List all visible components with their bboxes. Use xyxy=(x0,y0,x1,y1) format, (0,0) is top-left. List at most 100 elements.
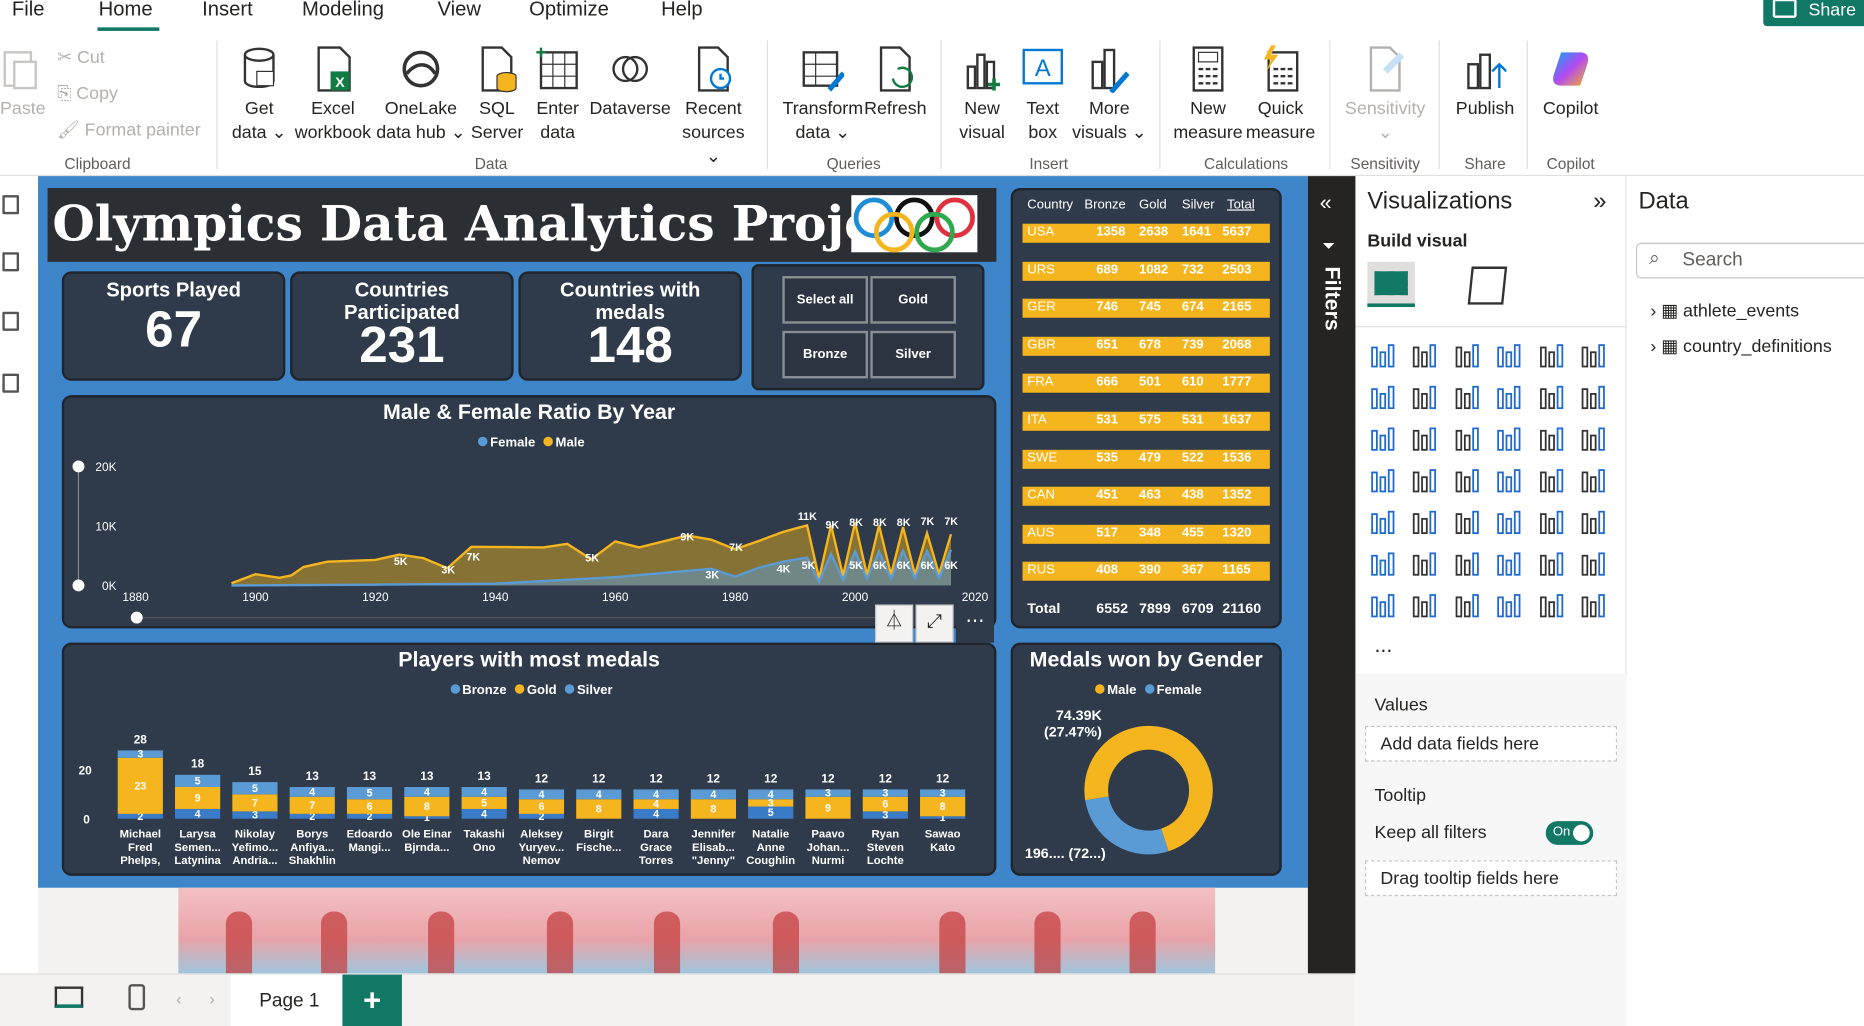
menu-modeling[interactable]: Modeling xyxy=(302,0,384,21)
slicer-silver[interactable]: Silver xyxy=(870,330,956,379)
slicer-bronze[interactable]: Bronze xyxy=(782,330,868,379)
area-icon[interactable] xyxy=(1412,384,1438,410)
more-options-icon[interactable]: ⋯ xyxy=(955,604,995,643)
ribbon-icon[interactable] xyxy=(1370,426,1396,452)
table-row[interactable]: URS 689 1082 732 2503 xyxy=(1022,261,1270,281)
scatter-icon[interactable] xyxy=(1496,426,1522,452)
transform-data-button[interactable]: Transform data ⌄ xyxy=(780,45,866,145)
donut-icon[interactable] xyxy=(1580,426,1606,452)
th-bronze[interactable]: Bronze xyxy=(1084,198,1125,212)
more-visuals-ellipsis[interactable]: ... xyxy=(1374,633,1392,658)
format-visual-icon[interactable] xyxy=(1467,266,1508,305)
copy-button[interactable]: ⎘ Copy xyxy=(57,83,118,103)
clustered-bar-icon[interactable] xyxy=(1454,343,1480,369)
waterfall-icon[interactable] xyxy=(1412,426,1438,452)
multirow-card-icon[interactable] xyxy=(1370,509,1396,535)
table-country-definitions[interactable]: › ▦ country_definitions xyxy=(1650,336,1831,357)
azure-map-icon[interactable] xyxy=(1496,468,1522,494)
100-area-icon[interactable] xyxy=(1496,384,1522,410)
sensitivity-button[interactable]: Sensitivity ⌄ xyxy=(1341,45,1429,145)
map-icon[interactable] xyxy=(1412,468,1438,494)
filters-pane-collapsed[interactable]: « ⏷ Filters xyxy=(1307,176,1356,974)
table-row[interactable]: AUS 517 348 455 1320 xyxy=(1022,524,1270,544)
kpi-icon[interactable] xyxy=(1412,509,1438,535)
cut-button[interactable]: ✂ Cut xyxy=(57,46,105,68)
more-icon[interactable] xyxy=(1580,593,1606,619)
paginated-icon[interactable] xyxy=(1370,593,1396,619)
model-view-icon[interactable] xyxy=(2,311,20,331)
stacked-bar-icon[interactable] xyxy=(1370,343,1396,369)
report-view-icon[interactable] xyxy=(2,195,20,215)
line-icon[interactable] xyxy=(1370,384,1396,410)
enter-data-button[interactable]: Enter data xyxy=(533,45,583,145)
line-column-icon[interactable] xyxy=(1538,384,1564,410)
menu-file[interactable]: File xyxy=(12,0,45,21)
mobile-layout-icon[interactable] xyxy=(128,984,146,1011)
th-silver[interactable]: Silver xyxy=(1182,198,1215,212)
table-row[interactable]: ITA 531 575 531 1637 xyxy=(1022,411,1270,431)
paste-button[interactable]: Paste xyxy=(0,45,46,121)
pie-icon[interactable] xyxy=(1538,426,1564,452)
menu-home[interactable]: Home xyxy=(99,0,153,21)
recent-sources-button[interactable]: Recent sources ⌄ xyxy=(673,45,754,169)
new-measure-button[interactable]: New measure xyxy=(1172,45,1243,145)
kpi-card-countries-medals[interactable]: Countries with medals 148 xyxy=(518,271,742,381)
gauge-icon[interactable] xyxy=(1538,468,1564,494)
onelake-button[interactable]: OneLake data hub ⌄ xyxy=(376,45,466,145)
r-visual-icon[interactable] xyxy=(1580,509,1606,535)
menu-help[interactable]: Help xyxy=(661,0,703,21)
bar-chart-panel[interactable]: Players with most medals Bronze Gold Sil… xyxy=(61,642,997,876)
build-visual-tab[interactable] xyxy=(1367,261,1415,308)
slicer-icon[interactable] xyxy=(1454,509,1480,535)
table-row[interactable]: GER 746 745 674 2165 xyxy=(1022,298,1270,318)
medal-table[interactable]: Country Bronze Gold Silver Total USA 1358… xyxy=(1010,188,1282,629)
funnel-icon[interactable] xyxy=(1454,426,1480,452)
table-row[interactable]: GBR 651 678 739 2068 xyxy=(1022,336,1270,356)
trophy-icon[interactable] xyxy=(1580,551,1606,577)
matrix-icon[interactable] xyxy=(1538,509,1564,535)
table-icon[interactable] xyxy=(1496,509,1522,535)
filled-map-icon[interactable] xyxy=(1454,468,1480,494)
decomposition-tree-icon[interactable] xyxy=(1454,551,1480,577)
format-painter-button[interactable]: 🖌 Format painter xyxy=(57,119,201,140)
kpi-card-countries[interactable]: Countries Participated 231 xyxy=(290,271,514,381)
smart-narrative-icon[interactable] xyxy=(1538,551,1564,577)
power-automate-icon[interactable] xyxy=(1454,593,1480,619)
quick-measure-button[interactable]: Quick measure xyxy=(1244,45,1318,145)
table-row[interactable]: CAN 451 463 438 1352 xyxy=(1022,486,1270,506)
th-gold[interactable]: Gold xyxy=(1139,198,1167,212)
dataverse-button[interactable]: Dataverse xyxy=(587,45,673,121)
power-apps-icon[interactable] xyxy=(1412,593,1438,619)
table-athlete-events[interactable]: › ▦ athlete_events xyxy=(1650,300,1799,321)
copilot-button[interactable]: Copilot xyxy=(1536,45,1605,121)
excel-workbook-button[interactable]: X Excel workbook xyxy=(290,45,376,145)
search-input[interactable]: ⌕ Search xyxy=(1636,242,1864,279)
page-tab-1[interactable]: Page 1 xyxy=(230,974,343,1026)
clustered-column-icon[interactable] xyxy=(1496,343,1522,369)
100-column-icon[interactable] xyxy=(1580,343,1606,369)
line-chart-panel[interactable]: Male & Female Ratio By Year Female Male … xyxy=(61,395,997,629)
keep-filters-toggle[interactable]: On xyxy=(1545,821,1594,845)
table-row[interactable]: RUS 408 390 367 1165 xyxy=(1022,562,1270,582)
line-clustered-icon[interactable] xyxy=(1580,384,1606,410)
donut-chart-panel[interactable]: Medals won by Gender Male Female 74.39K … xyxy=(1010,642,1282,876)
th-total[interactable]: Total xyxy=(1227,198,1255,212)
share-button[interactable]: Share xyxy=(1763,0,1864,27)
add-page-button[interactable]: + xyxy=(342,974,402,1026)
menu-optimize[interactable]: Optimize xyxy=(529,0,609,21)
menu-insert[interactable]: Insert xyxy=(202,0,253,21)
expand-right-icon[interactable]: » xyxy=(1593,188,1606,215)
stacked-area-icon[interactable] xyxy=(1454,384,1480,410)
100-bar-icon[interactable] xyxy=(1538,343,1564,369)
more-visuals-button[interactable]: More visuals ⌄ xyxy=(1070,45,1148,145)
refresh-button[interactable]: Refresh xyxy=(863,45,927,121)
collapse-left-icon[interactable]: « xyxy=(1320,190,1332,215)
desktop-layout-icon[interactable] xyxy=(54,986,84,1008)
focus-mode-icon[interactable]: ⤢ xyxy=(915,604,954,643)
prev-page-icon[interactable]: ‹ xyxy=(176,989,182,1008)
publish-button[interactable]: Publish xyxy=(1451,45,1520,121)
treemap-icon[interactable] xyxy=(1370,468,1396,494)
card-icon[interactable] xyxy=(1580,468,1606,494)
table-view-icon[interactable] xyxy=(2,252,20,272)
new-visual-button[interactable]: New visual xyxy=(951,45,1013,145)
